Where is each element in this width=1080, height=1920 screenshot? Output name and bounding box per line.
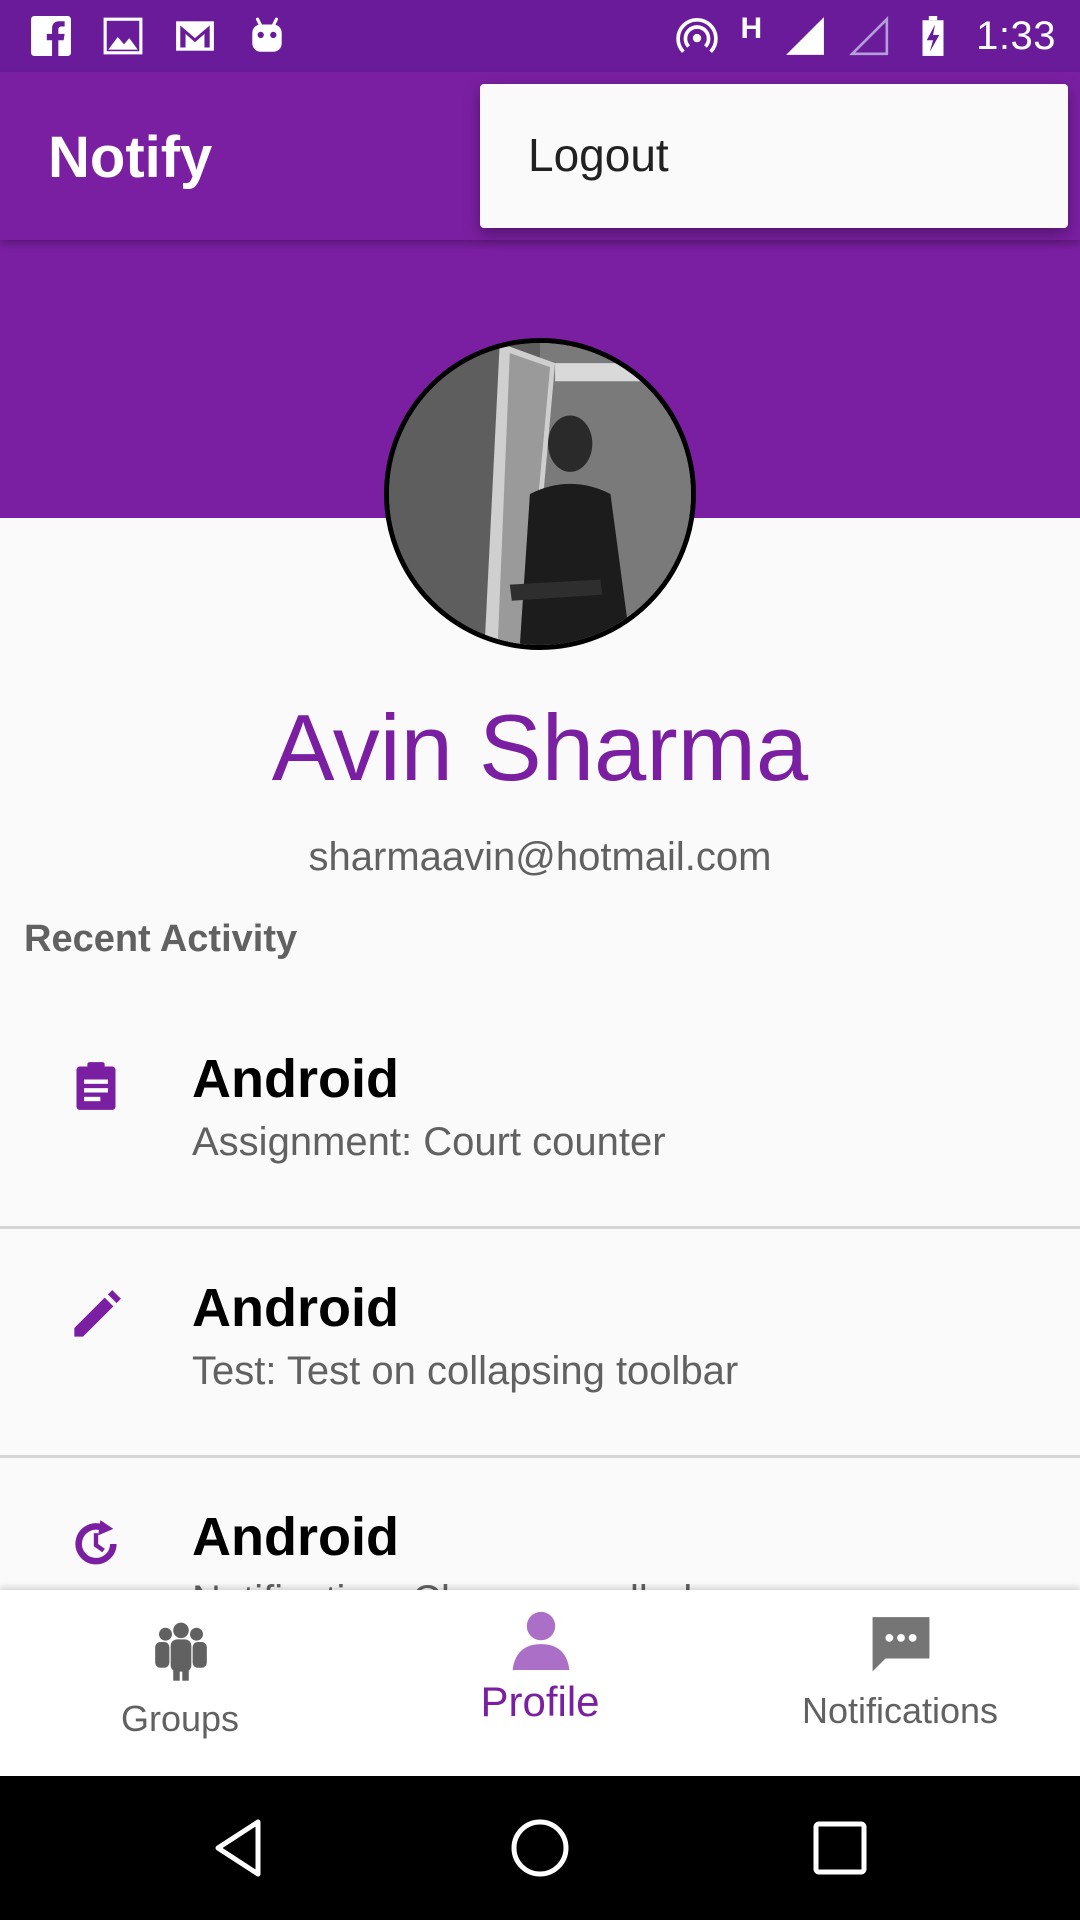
activity-title: Android — [192, 1049, 399, 1109]
person-icon — [510, 1608, 572, 1670]
status-bar-system: H 1:33 — [676, 12, 1056, 60]
activity-title: Android — [192, 1278, 399, 1338]
nav-profile[interactable]: Profile — [360, 1590, 720, 1776]
system-navigation-bar — [0, 1776, 1080, 1920]
home-icon[interactable] — [508, 1816, 572, 1880]
activity-subtitle: Test: Test on collapsing toolbar — [192, 1349, 739, 1393]
activity-subtitle: Assignment: Court counter — [192, 1120, 666, 1164]
recent-apps-icon[interactable] — [808, 1816, 872, 1880]
recent-activity-heading: Recent Activity — [24, 918, 298, 960]
pencil-icon — [70, 1289, 122, 1341]
android-debug-icon — [252, 17, 282, 52]
nav-groups-label: Groups — [120, 1698, 240, 1739]
facebook-icon — [31, 16, 71, 57]
battery-charging-icon — [922, 16, 944, 56]
hotspot-icon — [676, 18, 719, 54]
status-bar: H 1:33 — [0, 0, 1080, 72]
profile-name: Avin Sharma — [271, 695, 809, 800]
network-type-label: H — [740, 12, 763, 45]
activity-title: Android — [192, 1507, 399, 1567]
profile-email: sharmaavin@hotmail.com — [308, 835, 772, 879]
activity-item[interactable]: Android Assignment: Court counter — [0, 1000, 1080, 1229]
image-icon — [103, 17, 143, 55]
assignment-icon — [70, 1060, 122, 1112]
chat-icon — [870, 1612, 932, 1674]
nav-notifications-label: Notifications — [801, 1690, 999, 1731]
activity-list[interactable]: Android Assignment: Court counter Androi… — [0, 1000, 1080, 1590]
signal-empty-icon — [849, 16, 889, 56]
avatar[interactable] — [384, 338, 696, 650]
profile-photo — [389, 343, 691, 645]
nav-profile-label: Profile — [480, 1678, 600, 1725]
activity-item[interactable]: Android Notification: Class cancelled — [0, 1458, 1080, 1590]
logout-menu-item[interactable]: Logout — [528, 128, 669, 182]
nav-notifications[interactable]: Notifications — [720, 1590, 1080, 1776]
activity-subtitle: Notification: Class cancelled — [192, 1578, 692, 1590]
signal-icon — [786, 17, 825, 55]
back-icon[interactable] — [208, 1816, 272, 1880]
status-bar-notifications — [30, 12, 288, 60]
bottom-navigation: Groups Profile Notifications — [0, 1590, 1080, 1776]
activity-item[interactable]: Android Test: Test on collapsing toolbar — [0, 1229, 1080, 1458]
groups-icon — [150, 1620, 212, 1682]
app-title: Notify — [48, 125, 213, 190]
reschedule-icon — [70, 1518, 122, 1570]
overflow-menu: Logout — [480, 84, 1068, 228]
gmail-icon — [176, 21, 214, 51]
nav-groups[interactable]: Groups — [0, 1590, 360, 1776]
clock: 1:33 — [976, 13, 1056, 58]
